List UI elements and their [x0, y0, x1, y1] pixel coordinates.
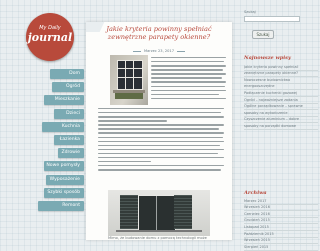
date-divider-right [177, 50, 185, 52]
main-navigation: Dom Ogród Mieszkanie Dzieci Kuchnia Łazi… [38, 69, 84, 214]
blog-post: Jakie kryteria powinny spełniać zewnętrz… [86, 22, 232, 240]
recent-post-link[interactable]: Ogólne porządkowanie – sprawne [244, 104, 318, 111]
post-date-row: Marzec 23, 2017 [86, 49, 232, 53]
search-label: Szukaj [244, 10, 256, 14]
nav-item-4[interactable]: Kuchnia [42, 121, 84, 132]
archive-link[interactable]: Czerwiec 2016 [244, 211, 318, 218]
archives-title: Archiwa [244, 190, 267, 196]
recent-posts-list: Jakie kryteria powinny spełniać zewnętrz… [244, 64, 318, 130]
archive-link[interactable]: Październik 2015 [244, 231, 318, 238]
search-button[interactable]: Szukaj [252, 30, 274, 39]
nav-item-1[interactable]: Ogród [52, 82, 84, 93]
post-title[interactable]: Jakie kryteria powinny spełniać zewnętrz… [90, 25, 228, 41]
post-paragraph-1 [151, 57, 226, 102]
archive-link[interactable]: Grudzień 2015 [244, 218, 318, 225]
recent-post-link[interactable]: zewnętrzne parapety okienne? [244, 71, 318, 78]
nav-item-9[interactable]: Szybki sposób [44, 187, 84, 198]
post-date: Marzec 23, 2017 [144, 49, 174, 53]
post-paragraph-2 [98, 108, 224, 173]
nav-item-5[interactable]: Łazienka [54, 134, 84, 145]
recent-post-link[interactable]: Nowoczesne budownictwo [244, 77, 318, 84]
nav-item-2[interactable]: Mieszkanie [44, 95, 84, 106]
recent-post-link[interactable]: Podłączenie kuchenki gazowej [244, 90, 318, 97]
archive-link[interactable]: Sierpień 2015 [244, 244, 318, 251]
recent-post-link[interactable]: Czyszczenie aluminium – dobre [244, 117, 318, 124]
recent-post-link[interactable]: sposoby na wykończenie [244, 110, 318, 117]
nav-item-6[interactable]: Zdrowie [58, 148, 84, 159]
recent-post-link[interactable]: sposoby na porządki domowe [244, 123, 318, 130]
archive-link[interactable]: Wrzesień 2015 [244, 238, 318, 245]
recent-post-link[interactable]: Ogród – najważniejsze zadania [244, 97, 318, 104]
nav-item-3[interactable]: Dzieci [54, 108, 84, 119]
recent-posts-title: Najnowsze wpisy [244, 55, 291, 61]
archives-list: Marzec 2017 Wrzesień 2016 Czerwiec 2016 … [244, 198, 318, 251]
post-image-shutters [108, 190, 210, 236]
archive-link[interactable]: Wrzesień 2016 [244, 205, 318, 212]
nav-item-10[interactable]: Remont [38, 200, 84, 211]
logo-line-2: journal [27, 31, 73, 44]
archive-link[interactable]: Listopad 2015 [244, 224, 318, 231]
post-text-continuation: Mimo, że budowanie domu z pomocą technol… [108, 236, 207, 240]
recent-post-link[interactable]: Jakie kryteria powinny spełniać [244, 64, 318, 71]
search-input[interactable] [244, 16, 300, 22]
site-logo[interactable]: My Daily journal [26, 13, 74, 61]
sidebar: Szukaj Szukaj Najnowsze wpisy Jakie kryt… [244, 10, 318, 251]
post-image-window [110, 55, 148, 105]
nav-item-7[interactable]: Nowe pomysły [44, 161, 84, 172]
date-divider-left [133, 50, 141, 52]
nav-item-0[interactable]: Dom [50, 69, 84, 79]
archive-link[interactable]: Marzec 2017 [244, 198, 318, 205]
nav-item-8[interactable]: Wyposażenie [46, 174, 84, 185]
recent-post-link[interactable]: energooszczędne [244, 84, 318, 91]
